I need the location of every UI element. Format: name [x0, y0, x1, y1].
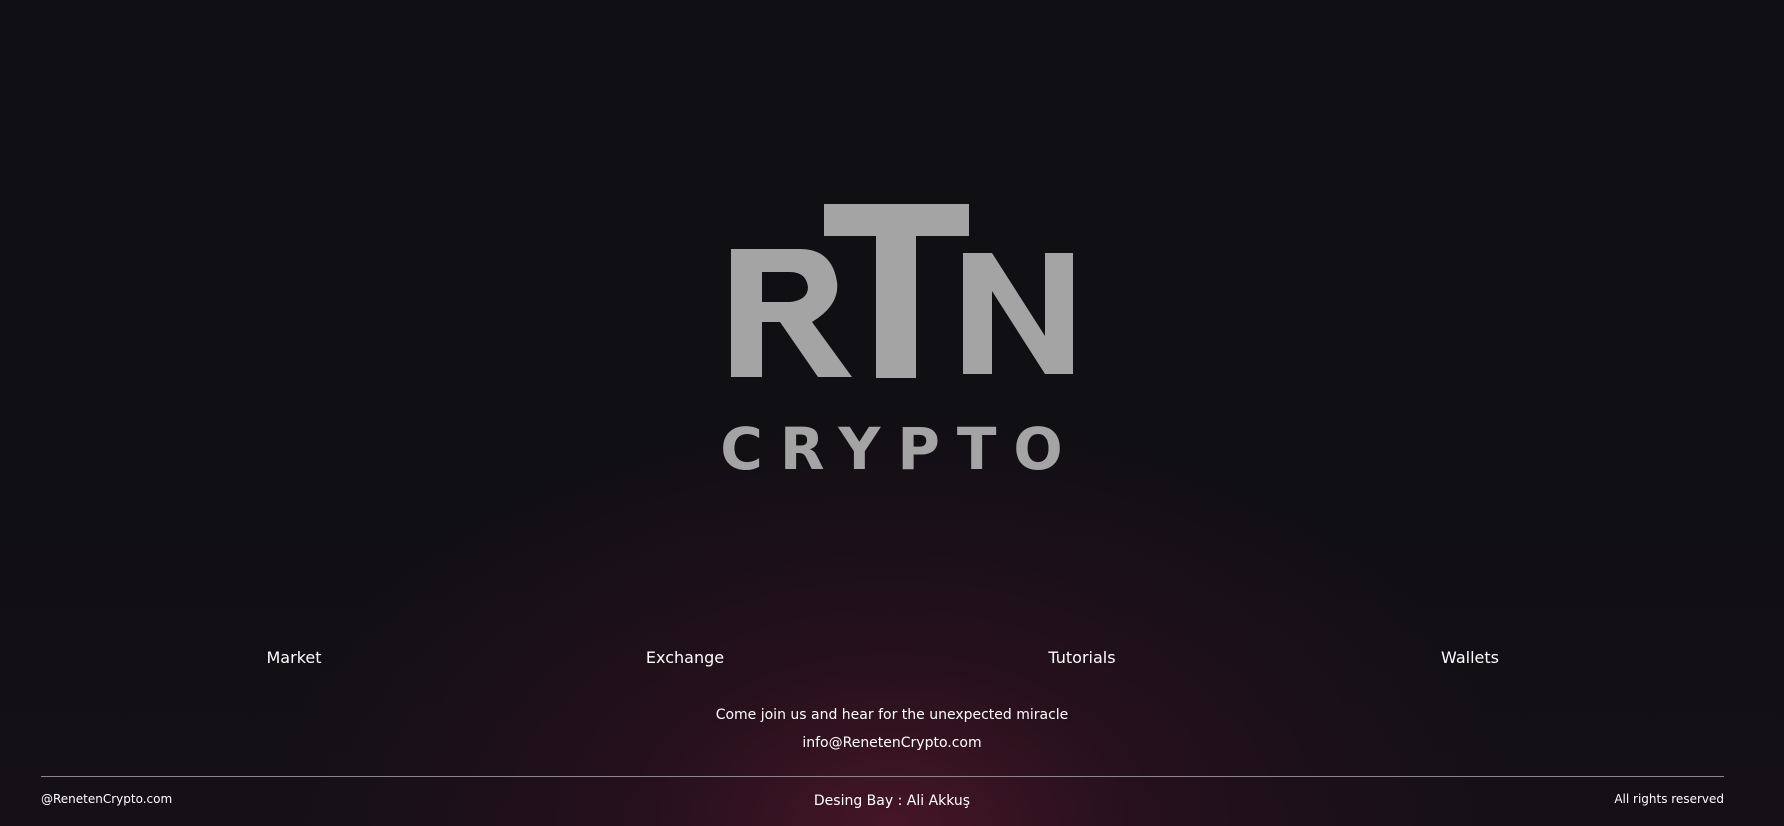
- footer-rights: All rights reserved: [1614, 792, 1724, 806]
- rtn-crypto-logo: CRYPTO: [0, 0, 1784, 826]
- nav-link-market[interactable]: Market: [267, 648, 322, 667]
- logo-letter-n: [963, 253, 1073, 374]
- footer-divider: [41, 776, 1724, 777]
- logo-letter-t: [824, 204, 969, 378]
- logo-graphic: CRYPTO: [720, 204, 1079, 483]
- main-nav: Market Exchange Tutorials Wallets: [0, 648, 1784, 674]
- nav-link-tutorials[interactable]: Tutorials: [1048, 648, 1115, 667]
- tagline: Come join us and hear for the unexpected…: [715, 707, 1069, 723]
- logo-letter-r: [731, 249, 852, 377]
- nav-link-wallets[interactable]: Wallets: [1441, 648, 1499, 667]
- logo-wordmark: CRYPTO: [720, 415, 1079, 483]
- contact-email-link[interactable]: info@RenetenCrypto.com: [802, 735, 981, 751]
- footer-credit: Desing Bay : Ali Akkuş: [813, 793, 971, 809]
- nav-link-exchange[interactable]: Exchange: [646, 648, 724, 667]
- contact-email-row: info@RenetenCrypto.com: [0, 735, 1784, 751]
